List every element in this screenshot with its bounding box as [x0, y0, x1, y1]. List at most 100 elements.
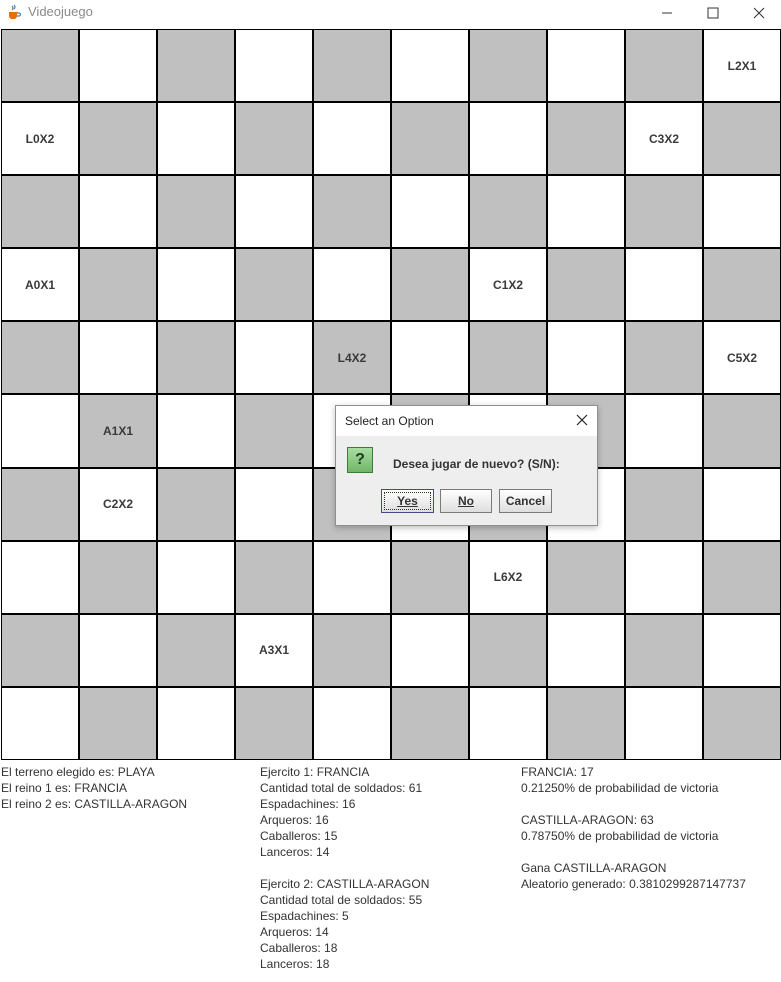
- board-cell: [2, 541, 78, 613]
- info-line: Aleatorio generado: 0.3810299287147737: [521, 877, 746, 891]
- board-cell: [80, 614, 156, 686]
- board-cell: [314, 30, 390, 102]
- board-cell: [470, 103, 546, 175]
- info-line: Cantidad total de soldados: 61: [260, 781, 423, 795]
- board-cell: [392, 30, 468, 102]
- close-button[interactable]: [736, 0, 781, 26]
- no-label: No: [458, 494, 474, 508]
- question-icon: ?: [347, 447, 373, 473]
- minimize-button[interactable]: [644, 0, 690, 26]
- board-cell: [392, 614, 468, 686]
- dialog-title: Select an Option: [345, 414, 434, 428]
- board-cell: [548, 30, 624, 102]
- window-title: Videojuego: [28, 4, 93, 19]
- board-cell: [704, 103, 780, 175]
- board-cell: [470, 322, 546, 394]
- board-cell: [236, 541, 312, 613]
- board-cell-unit: L4X2: [314, 322, 390, 394]
- board-cell: [470, 176, 546, 248]
- board-cell: [158, 687, 234, 759]
- board-cell: [80, 30, 156, 102]
- board-cell: [392, 541, 468, 613]
- board-cell: [2, 322, 78, 394]
- info-line: [521, 796, 746, 812]
- board-cell: [626, 468, 702, 540]
- info-line: Arqueros: 14: [260, 925, 329, 939]
- maximize-icon: [707, 7, 719, 19]
- cancel-label: Cancel: [505, 494, 546, 508]
- cancel-button[interactable]: Cancel: [499, 489, 552, 513]
- yes-button[interactable]: Yes: [381, 489, 434, 513]
- info-line: Ejercito 2: CASTILLA-ARAGON: [260, 877, 430, 891]
- info-line: [260, 860, 429, 876]
- board-cell: [80, 249, 156, 321]
- board-cell: [236, 687, 312, 759]
- board-cell-unit: L0X2: [2, 103, 78, 175]
- board-cell: [158, 30, 234, 102]
- dialog-close-button[interactable]: [575, 413, 589, 427]
- board-cell: [236, 322, 312, 394]
- info-line: FRANCIA: 17: [521, 765, 594, 779]
- board-cell-unit: L2X1: [704, 30, 780, 102]
- board-cell: [158, 614, 234, 686]
- board-cell: [80, 687, 156, 759]
- board-cell: [548, 103, 624, 175]
- board-cell: [626, 395, 702, 467]
- board-cell: [626, 249, 702, 321]
- info-line: 0.78750% de probabilidad de victoria: [521, 829, 719, 843]
- board-cell: [704, 614, 780, 686]
- board-cell: [704, 687, 780, 759]
- board-cell: [548, 176, 624, 248]
- board-cell: [626, 322, 702, 394]
- terrain-info: El terreno elegido es: PLAYA El reino 1 e…: [1, 764, 187, 812]
- board-cell: [80, 541, 156, 613]
- info-line: Cantidad total de soldados: 55: [260, 893, 423, 907]
- board-cell: [80, 322, 156, 394]
- board-cell: [314, 176, 390, 248]
- board-cell: [548, 687, 624, 759]
- board-cell: [470, 614, 546, 686]
- board-cell: [314, 103, 390, 175]
- close-icon: [576, 414, 588, 426]
- option-dialog: Select an Option ? Desea jugar de nuevo?…: [335, 405, 598, 526]
- info-line: Caballeros: 18: [260, 941, 338, 955]
- board-cell: [236, 468, 312, 540]
- board-cell: [704, 395, 780, 467]
- info-line: Lanceros: 14: [260, 845, 330, 859]
- board-cell: [314, 687, 390, 759]
- board-cell: [158, 468, 234, 540]
- board-cell: [548, 614, 624, 686]
- board-cell: [626, 30, 702, 102]
- board-cell: [314, 249, 390, 321]
- info-line: Lanceros: 18: [260, 957, 330, 971]
- info-line: Ejercito 1: FRANCIA: [260, 765, 370, 779]
- board-cell: [392, 687, 468, 759]
- board-cell: [2, 176, 78, 248]
- no-button[interactable]: No: [440, 489, 492, 513]
- board-cell-unit: A3X1: [236, 614, 312, 686]
- board-cell: [80, 103, 156, 175]
- board-cell: [392, 249, 468, 321]
- board-cell: [80, 176, 156, 248]
- info-line: El reino 2 es: CASTILLA-ARAGON: [1, 797, 188, 811]
- maximize-button[interactable]: [690, 0, 736, 26]
- board-cell: [548, 249, 624, 321]
- board-cell-unit: A1X1: [80, 395, 156, 467]
- board-cell: [704, 541, 780, 613]
- game-board: L2X1 L0X2 C3X2 A0X1 C1X2 L4X2 C5X2 A1X1 C2X2 L6X2…: [1, 29, 781, 760]
- board-cell: [236, 249, 312, 321]
- board-cell: [2, 395, 78, 467]
- board-cell: [236, 395, 312, 467]
- info-line: CASTILLA-ARAGON: 63: [521, 813, 654, 827]
- board-cell: [158, 322, 234, 394]
- army-info: Ejercito 1: FRANCIA Cantidad total de sol…: [260, 764, 429, 972]
- info-line: Caballeros: 15: [260, 829, 338, 843]
- board-cell: [704, 249, 780, 321]
- board-cell: [392, 322, 468, 394]
- info-line: 0.21250% de probabilidad de victoria: [521, 781, 719, 795]
- board-cell: [626, 541, 702, 613]
- board-cell-unit: C1X2: [470, 249, 546, 321]
- board-cell: [470, 687, 546, 759]
- board-cell: [314, 614, 390, 686]
- minimize-icon: [662, 12, 672, 14]
